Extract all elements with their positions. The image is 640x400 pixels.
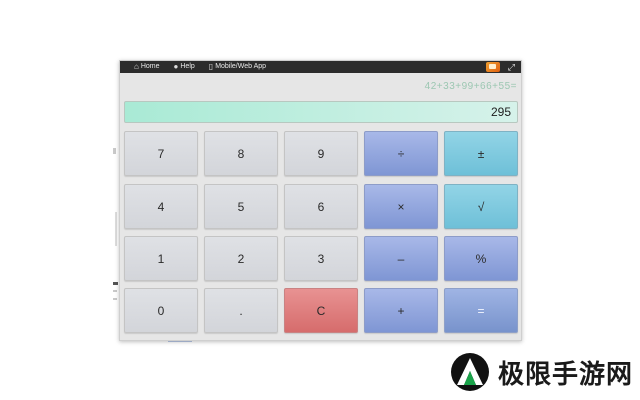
- nav-mobile-link[interactable]: ▯ Mobile/Web App: [209, 61, 266, 73]
- multiply-button[interactable]: ×: [364, 184, 438, 229]
- background-fragment: [113, 290, 117, 292]
- watermark: 极限手游网: [450, 352, 633, 392]
- nav-help-label: Help: [180, 63, 195, 70]
- key-6[interactable]: 6: [284, 184, 358, 229]
- minus-button[interactable]: –: [364, 236, 438, 281]
- history-text: 42+33+99+66+55=: [424, 81, 517, 92]
- key-7[interactable]: 7: [124, 131, 198, 176]
- plus-minus-button[interactable]: ±: [444, 131, 518, 176]
- mobile-icon: ▯: [208, 62, 214, 71]
- settings-icon[interactable]: [485, 62, 500, 72]
- nav-help-link[interactable]: ● Help: [174, 61, 195, 73]
- nav-home-label: Home: [140, 63, 160, 70]
- nav-mobile-label: Mobile/Web App: [215, 63, 267, 70]
- clear-button[interactable]: C: [284, 288, 358, 333]
- key-8[interactable]: 8: [204, 131, 278, 176]
- key-5[interactable]: 5: [204, 184, 278, 229]
- calculator-window: ⌂ Home ● Help ▯ Mobile/Web App ⤢ 42+33+9…: [119, 60, 522, 341]
- key-1[interactable]: 1: [124, 236, 198, 281]
- key-3[interactable]: 3: [284, 236, 358, 281]
- decimal-button[interactable]: .: [204, 288, 278, 333]
- background-fragment: [115, 212, 117, 246]
- expand-icon[interactable]: ⤢: [508, 61, 515, 73]
- watermark-logo-icon: [451, 353, 489, 391]
- nav-home-link[interactable]: ⌂ Home: [134, 61, 160, 73]
- topbar-actions: ⤢: [485, 61, 515, 73]
- result-display: 295: [124, 101, 518, 123]
- background-fragment: [113, 282, 118, 285]
- home-icon: ⌂: [134, 62, 139, 71]
- key-2[interactable]: 2: [204, 236, 278, 281]
- top-nav-bar: ⌂ Home ● Help ▯ Mobile/Web App ⤢: [120, 61, 521, 73]
- sqrt-button[interactable]: √: [444, 184, 518, 229]
- divide-button[interactable]: ÷: [364, 131, 438, 176]
- background-fragment: [113, 298, 117, 300]
- background-fragment: [113, 148, 116, 154]
- key-9[interactable]: 9: [284, 131, 358, 176]
- percent-button[interactable]: %: [444, 236, 518, 281]
- help-icon: ●: [173, 62, 179, 71]
- plus-button[interactable]: +: [364, 288, 438, 333]
- key-4[interactable]: 4: [124, 184, 198, 229]
- equals-button[interactable]: =: [444, 288, 518, 333]
- watermark-text: 极限手游网: [498, 359, 634, 390]
- key-0[interactable]: 0: [124, 288, 198, 333]
